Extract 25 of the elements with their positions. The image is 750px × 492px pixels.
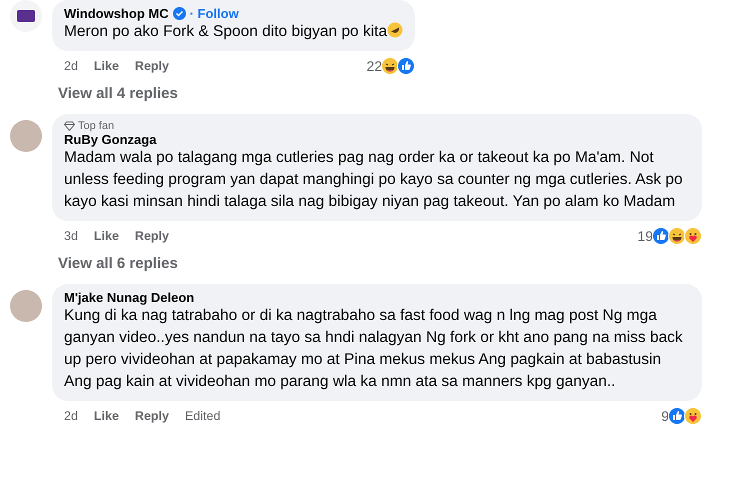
author-name[interactable]: Windowshop MC xyxy=(64,6,169,21)
comment-text: Kung di ka nag tatrabaho or di ka nagtrabaho sa fast food wag n lng mag post Ng mga ganyan video..yes nandun na tayo sa hndi nalagyan Ng fork or kht ano pang na miss back up pero vivideohan at papakamay mo at Pina mekus mekus Ang pagkain at babastusin Ang pag kain at vivideohan mo parang wla ka nmn ata sa manners kpg ganyan.. xyxy=(64,306,684,392)
reply-button[interactable]: Reply xyxy=(134,409,169,423)
comment-text: Meron po ako Fork & Spoon dito bigyan po kita xyxy=(64,21,404,43)
comment-text: Madam wala po talagang mga cutleries pag nag order ka or takeout ka po Ma'am. Not unless feeding program yan dapat manghingi po kayo sa counter ng mga cutleries. Ask po kayo kasi minsan hindi talaga sila nag bibigay niyan pag takeout. Yan po alam ko Madam xyxy=(64,148,684,212)
avatar[interactable] xyxy=(10,0,42,32)
diamond-icon xyxy=(64,121,75,131)
like-button[interactable]: Like xyxy=(94,409,119,423)
view-replies-link[interactable]: View all 6 replies xyxy=(58,255,178,272)
edited-label: Edited xyxy=(184,409,220,423)
reaction-count[interactable]: 19 xyxy=(637,228,653,244)
reaction-count[interactable]: 9 xyxy=(661,408,669,424)
reply-button[interactable]: Reply xyxy=(134,59,169,73)
like-button[interactable]: Like xyxy=(94,229,119,243)
author-name[interactable]: M'jake Nunag Deleon xyxy=(64,290,194,305)
top-fan-label: Top fan xyxy=(78,120,114,132)
comment-time[interactable]: 2d xyxy=(64,409,78,423)
follow-link[interactable]: · Follow xyxy=(190,6,239,21)
comment-time[interactable]: 2d xyxy=(64,59,78,73)
author-name[interactable]: RuBy Gonzaga xyxy=(64,132,156,147)
view-replies-link[interactable]: View all 4 replies xyxy=(58,85,178,102)
reply-button[interactable]: Reply xyxy=(134,229,169,243)
comment-time[interactable]: 3d xyxy=(64,229,78,243)
reaction-count[interactable]: 22 xyxy=(366,58,382,74)
like-button[interactable]: Like xyxy=(94,59,119,73)
